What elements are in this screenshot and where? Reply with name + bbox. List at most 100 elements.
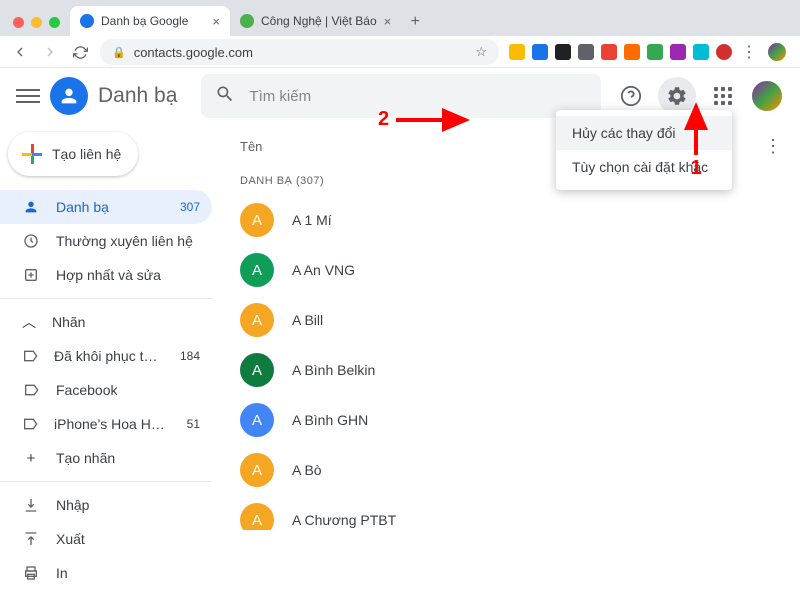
person-icon bbox=[22, 199, 40, 215]
divider bbox=[0, 481, 212, 482]
contact-row[interactable]: A A 1 Mí bbox=[222, 195, 790, 245]
search-placeholder: Tìm kiếm bbox=[249, 88, 311, 105]
sidebar-create-label[interactable]: + Tạo nhãn bbox=[0, 441, 212, 475]
sidebar-print[interactable]: In bbox=[0, 556, 212, 590]
contact-name: A 1 Mí bbox=[292, 212, 332, 228]
contact-row[interactable]: A A Bò bbox=[222, 445, 790, 495]
browser-tab[interactable]: Danh bạ Google × bbox=[70, 6, 230, 36]
sidebar-labels-header[interactable]: ︿ Nhãn bbox=[0, 305, 212, 339]
browser-menu-button[interactable]: ⋮ bbox=[739, 42, 759, 62]
chevron-up-icon: ︿ bbox=[22, 312, 36, 332]
contact-avatar: A bbox=[240, 453, 274, 487]
extension-icon[interactable] bbox=[693, 44, 709, 60]
create-contact-button[interactable]: Tạo liên hệ bbox=[8, 132, 138, 176]
sidebar-item-count: 184 bbox=[180, 349, 200, 363]
contact-avatar: A bbox=[240, 203, 274, 237]
contact-name: A Bò bbox=[292, 462, 322, 478]
extension-icon[interactable] bbox=[716, 44, 732, 60]
search-input[interactable]: Tìm kiếm bbox=[201, 74, 601, 118]
print-icon bbox=[22, 565, 40, 581]
contact-row[interactable]: A A Bình Belkin bbox=[222, 345, 790, 395]
contact-row[interactable]: A A Bill bbox=[222, 295, 790, 345]
contact-avatar: A bbox=[240, 353, 274, 387]
contact-name: A Bình Belkin bbox=[292, 362, 375, 378]
menu-item-more-settings[interactable]: Tùy chọn cài đặt khác bbox=[556, 150, 732, 184]
extension-icon[interactable] bbox=[624, 44, 640, 60]
sidebar-item-frequent[interactable]: Thường xuyên liên hệ bbox=[0, 224, 212, 258]
browser-tab[interactable]: Công Nghệ | Việt Báo × bbox=[230, 6, 401, 36]
app-logo bbox=[50, 77, 88, 115]
account-avatar[interactable] bbox=[750, 79, 784, 113]
sidebar-item-label: In bbox=[56, 565, 68, 581]
sidebar-item-contacts[interactable]: Danh bạ 307 bbox=[0, 190, 212, 224]
profile-avatar[interactable] bbox=[766, 41, 788, 63]
main-menu-button[interactable] bbox=[16, 84, 40, 108]
window-controls[interactable] bbox=[8, 17, 70, 36]
forward-button[interactable] bbox=[40, 42, 60, 62]
favicon-icon bbox=[240, 14, 254, 28]
extension-icon[interactable] bbox=[532, 44, 548, 60]
maximize-window-icon[interactable] bbox=[49, 17, 60, 28]
extension-icon[interactable] bbox=[670, 44, 686, 60]
lock-icon: 🔒 bbox=[112, 46, 126, 59]
label-icon bbox=[22, 348, 38, 364]
tab-title: Danh bạ Google bbox=[101, 14, 205, 28]
url-text: contacts.google.com bbox=[134, 45, 253, 60]
minimize-window-icon[interactable] bbox=[31, 17, 42, 28]
contact-avatar: A bbox=[240, 503, 274, 530]
url-input[interactable]: 🔒 contacts.google.com ☆ bbox=[100, 39, 499, 65]
contact-name: A Bill bbox=[292, 312, 323, 328]
merge-icon bbox=[22, 267, 40, 283]
create-contact-label: Tạo liên hệ bbox=[52, 146, 121, 162]
extension-icon[interactable] bbox=[647, 44, 663, 60]
sidebar-item-label: Danh bạ bbox=[56, 199, 109, 215]
history-icon bbox=[22, 233, 40, 249]
contact-row[interactable]: AA Chương PTBT bbox=[222, 495, 790, 530]
contact-row[interactable]: AA An VNG bbox=[222, 245, 790, 295]
sidebar-label-item[interactable]: iPhone's Hoa Hoa Hoa 51 bbox=[0, 407, 212, 441]
close-tab-icon[interactable]: × bbox=[384, 14, 392, 29]
export-icon bbox=[22, 531, 40, 547]
column-header-name: Tên bbox=[240, 139, 262, 154]
plus-icon: + bbox=[22, 450, 40, 467]
tab-bar: Danh bạ Google × Công Nghệ | Việt Báo × … bbox=[0, 0, 800, 36]
contact-avatar: A bbox=[240, 253, 274, 287]
contact-avatar: A bbox=[240, 403, 274, 437]
contact-name: A Bình GHN bbox=[292, 412, 368, 428]
tab-title: Công Nghệ | Việt Báo bbox=[261, 14, 377, 28]
sidebar-item-count: 51 bbox=[187, 417, 200, 431]
sidebar-label-item[interactable]: Facebook bbox=[0, 373, 212, 407]
sidebar-item-label: iPhone's Hoa Hoa Hoa bbox=[54, 416, 171, 432]
sidebar-item-merge[interactable]: Hợp nhất và sửa bbox=[0, 258, 212, 292]
sidebar: Tạo liên hệ Danh bạ 307 Thường xuyên liê… bbox=[0, 124, 212, 530]
sidebar-item-label: Nhập bbox=[56, 497, 89, 513]
search-icon bbox=[215, 84, 235, 109]
extensions-area: ⋮ bbox=[509, 41, 790, 63]
new-tab-button[interactable]: + bbox=[401, 8, 429, 36]
sidebar-import[interactable]: Nhập bbox=[0, 488, 212, 522]
sidebar-item-label: Đã khôi phục từ Xia... bbox=[54, 348, 164, 364]
extension-icon[interactable] bbox=[578, 44, 594, 60]
address-bar: 🔒 contacts.google.com ☆ ⋮ bbox=[0, 36, 800, 68]
sidebar-item-count: 307 bbox=[180, 200, 200, 214]
divider bbox=[0, 298, 212, 299]
app-title: Danh bạ bbox=[98, 84, 177, 108]
sidebar-export[interactable]: Xuất bbox=[0, 522, 212, 556]
back-button[interactable] bbox=[10, 42, 30, 62]
close-window-icon[interactable] bbox=[13, 17, 24, 28]
star-icon[interactable]: ☆ bbox=[475, 44, 487, 60]
close-tab-icon[interactable]: × bbox=[212, 14, 220, 29]
settings-menu: Hủy các thay đổi Tùy chọn cài đặt khác bbox=[556, 110, 732, 190]
contact-row[interactable]: A A Bình GHN bbox=[222, 395, 790, 445]
contact-avatar: A bbox=[240, 303, 274, 337]
menu-item-undo-changes[interactable]: Hủy các thay đổi bbox=[556, 116, 732, 150]
extension-icon[interactable] bbox=[509, 44, 525, 60]
sidebar-label-item[interactable]: Đã khôi phục từ Xia... 184 bbox=[0, 339, 212, 373]
sidebar-item-label: Thường xuyên liên hệ bbox=[56, 233, 193, 249]
more-menu-button[interactable]: ⋮ bbox=[764, 136, 782, 157]
reload-button[interactable] bbox=[70, 42, 90, 62]
label-icon bbox=[22, 416, 38, 432]
plus-icon bbox=[22, 144, 42, 164]
extension-icon[interactable] bbox=[601, 44, 617, 60]
extension-icon[interactable] bbox=[555, 44, 571, 60]
